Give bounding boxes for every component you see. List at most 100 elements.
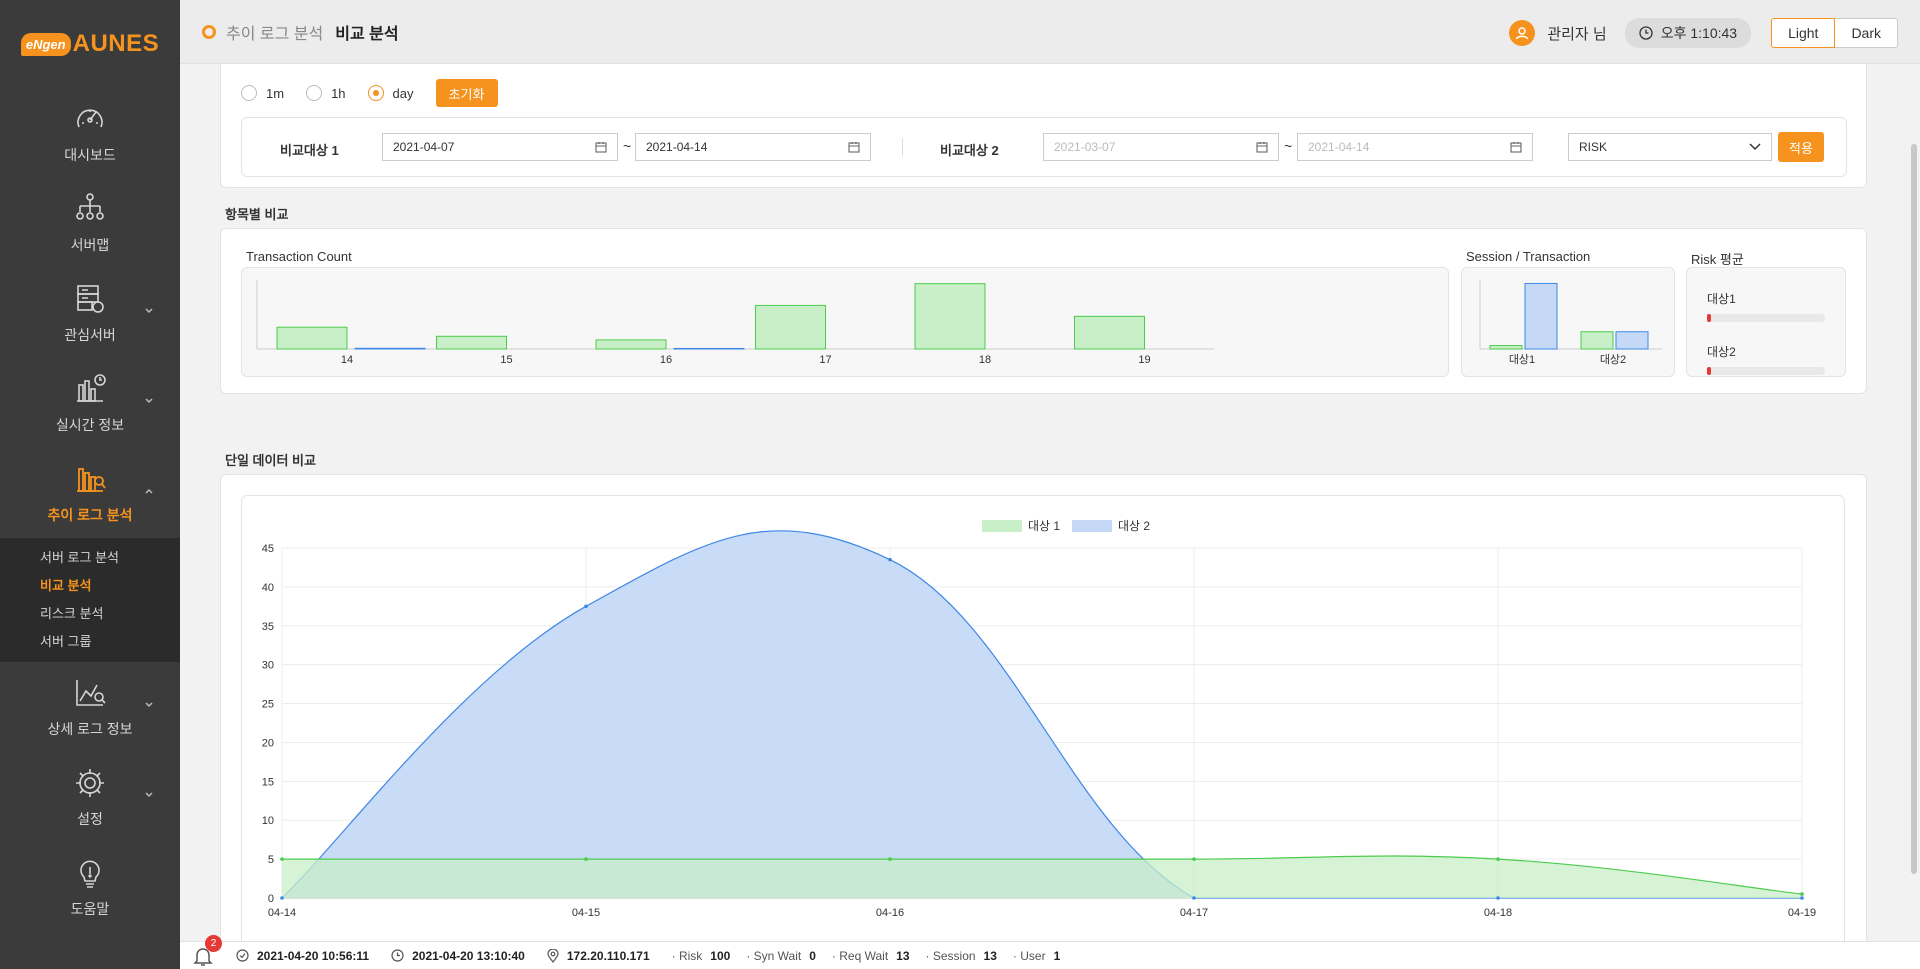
session-x-tick-label: 대상2 [1600,353,1626,366]
session-bar-series1 [1580,331,1614,350]
nav-dashboard[interactable]: 대시보드 [0,88,180,178]
chevron-down-icon [145,792,153,798]
user-menu[interactable]: 관리자 님 [1509,20,1607,46]
alert-count-badge: 2 [205,934,222,952]
submenu-compare[interactable]: 비교 분석 [0,572,180,600]
nav-detail-log[interactable]: 상세 로그 정보 [0,662,180,752]
breadcrumb-dot-icon [202,24,216,39]
realtime-chart-icon [77,374,106,402]
radio-day[interactable]: day [367,85,414,101]
notification-bell[interactable]: 2 [192,934,222,967]
radio-1h[interactable]: 1h [306,85,346,101]
metric-select[interactable]: RISK [1568,133,1772,161]
tx-count-chart-box: 14 15 16 17 18 19 [241,267,1449,377]
tx-x-tick-label: 14 [341,354,353,366]
legend-swatch-target1 [982,520,1022,532]
nav-realtime[interactable]: 실시간 정보 [0,358,180,448]
clock-icon [391,949,404,962]
tx-bar-target2 [673,347,745,350]
filter-panel: 1m 1h day 초기화 비교대상 1 2021-04-07 ~ 2021-0… [220,64,1867,188]
series-target1-point [584,857,588,861]
footer-stat-user: · User 1 [1012,948,1061,963]
range-tilde: ~ [623,138,632,154]
apply-button[interactable]: 적용 [1778,132,1824,162]
submenu-server-group[interactable]: 서버 그룹 [0,628,180,656]
series-target1-point [1800,892,1804,896]
nav-settings[interactable]: 설정 [0,752,180,842]
trend-log-icon [77,468,106,492]
server-map-icon [76,193,104,220]
calendar-icon [848,142,860,153]
single-data-area-chart: 0 5 10 15 20 25 30 35 40 45 04-14 04-15 04-16 04-17 04… [262,519,1816,919]
risk-target1-label: 대상1 [1707,292,1736,306]
theme-dark-button[interactable]: Dark [1835,18,1898,48]
target1-from-input[interactable]: 2021-04-07 [382,133,618,161]
nav-trend-log[interactable]: 추이 로그 분석 [0,448,180,538]
session-x-tick-label: 대상1 [1509,353,1535,366]
target2-from-input[interactable]: 2021-03-07 [1043,133,1279,161]
target1-to-input[interactable]: 2021-04-14 [635,133,871,161]
y-tick-label: 5 [268,854,274,866]
nav-watch-server[interactable]: 관심서버 [0,268,180,358]
series-target2-area [282,530,1802,898]
top-header: 추이 로그 분석 비교 분석 관리자 님 오후 1:10:43 Light Da… [180,0,1920,64]
tx-x-tick-label: 19 [1138,354,1150,366]
x-tick-label: 04-17 [1180,907,1208,919]
user-name: 관리자 님 [1547,25,1607,43]
series-target2-point [1192,896,1196,900]
tx-x-tick-label: 18 [979,354,991,366]
tx-x-tick-label: 15 [500,354,512,366]
y-tick-label: 45 [262,543,274,555]
x-tick-label: 04-15 [572,907,600,919]
calendar-icon [1510,142,1522,153]
y-tick-label: 40 [262,582,274,594]
radio-1m[interactable]: 1m [241,85,284,101]
item-compare-panel: Transaction Count 14 15 16 17 18 19 Session /… [220,228,1867,394]
target2-to-input[interactable]: 2021-04-14 [1297,133,1533,161]
nav-label: 상세 로그 정보 [47,721,133,737]
nav-server-map[interactable]: 서버맵 [0,178,180,268]
page-title: 비교 분석 [335,25,399,43]
series-target1-area [282,856,1802,898]
interval-radio-group: 1m 1h day 초기화 [241,79,498,107]
nav-label: 대시보드 [64,147,116,163]
tx-bar-target1 [1074,315,1145,350]
nav-label: 서버맵 [70,237,110,253]
tx-count-title: Transaction Count [246,249,352,264]
y-tick-label: 10 [262,815,274,827]
nav-label: 관심서버 [64,327,116,343]
reset-button[interactable]: 초기화 [435,79,498,107]
footer-start-time: 2021-04-20 10:56:11 [236,949,369,963]
single-chart-box: 0 5 10 15 20 25 30 35 40 45 04-14 04-15 04-16 04-17 04… [241,495,1845,941]
gear-icon [76,769,104,797]
breadcrumb-parent[interactable]: 추이 로그 분석 [226,20,323,44]
risk-target1-fill [1707,314,1711,322]
x-tick-label: 04-19 [1788,907,1816,919]
single-compare-panel: 0 5 10 15 20 25 30 35 40 45 04-14 04-15 04-16 04-17 04… [220,474,1867,941]
legend-label-target1: 대상 1 [1028,519,1060,533]
app-logo[interactable]: eNgen AUNES [0,0,180,88]
series-target1-point [1192,857,1196,861]
session-bar-series2 [1524,282,1558,350]
clock: 오후 1:10:43 [1624,18,1752,48]
nav-help[interactable]: 도움말 [0,842,180,932]
y-tick-label: 20 [262,737,274,749]
chevron-down-icon [145,308,153,314]
tx-bar-target1 [276,326,348,350]
target2-label: 비교대상 2 [940,143,999,158]
submenu-risk[interactable]: 리스크 분석 [0,600,180,628]
watch-server-icon [77,285,104,313]
risk-target2-bar [1707,367,1825,375]
tx-bar-target1 [914,283,986,350]
submenu-server-log[interactable]: 서버 로그 분석 [0,544,180,572]
x-tick-label: 04-16 [876,907,904,919]
legend-label-target2: 대상 2 [1118,519,1150,533]
session-tx-chart: 대상1 대상2 [1479,280,1662,366]
footer-ip: 172.20.110.171 [547,948,650,963]
vertical-scrollbar[interactable] [1908,64,1920,941]
detail-log-icon [76,680,106,706]
series-target2-point [1496,896,1500,900]
theme-light-button[interactable]: Light [1771,18,1836,48]
scrollbar-thumb[interactable] [1911,144,1917,874]
date-range-box: 비교대상 1 2021-04-07 ~ 2021-04-14 비교대상 2 20… [241,117,1847,177]
